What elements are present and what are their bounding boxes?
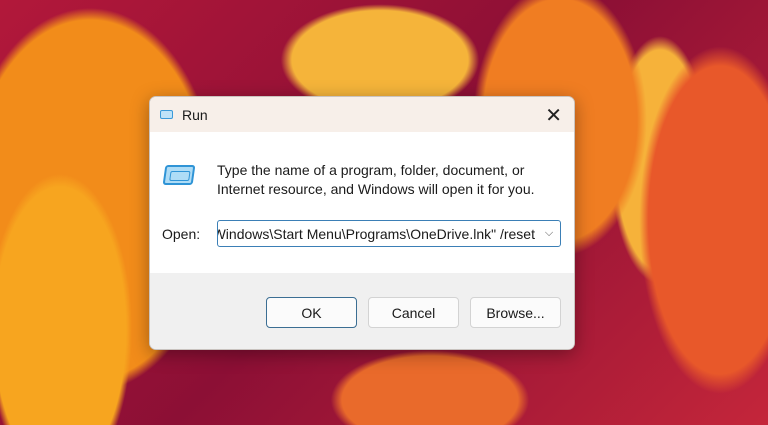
close-button[interactable]: ✕ bbox=[545, 103, 562, 128]
title-bar: Run bbox=[150, 97, 574, 132]
open-combobox[interactable]: C:\Windows\Start Menu\Programs\OneDrive.… bbox=[217, 220, 561, 247]
description: Type the name of a program, folder, docu… bbox=[217, 161, 535, 199]
dialog-title: Run bbox=[182, 106, 208, 123]
cancel-button[interactable]: Cancel bbox=[368, 297, 459, 328]
description-line: Internet resource, and Windows will open… bbox=[217, 181, 535, 197]
open-input[interactable]: C:\Windows\Start Menu\Programs\OneDrive.… bbox=[218, 226, 538, 242]
open-label: Open: bbox=[162, 226, 201, 242]
ok-button[interactable]: OK bbox=[266, 297, 357, 328]
chevron-down-icon[interactable]: ⌵ bbox=[538, 227, 560, 240]
run-dialog: Run ✕ Type the name of a program, folder… bbox=[149, 96, 575, 350]
description-line: Type the name of a program, folder, docu… bbox=[217, 162, 525, 178]
run-program-icon bbox=[162, 165, 196, 185]
run-icon bbox=[160, 110, 173, 119]
browse-button[interactable]: Browse... bbox=[470, 297, 561, 328]
button-bar: OK Cancel Browse... bbox=[150, 273, 574, 349]
